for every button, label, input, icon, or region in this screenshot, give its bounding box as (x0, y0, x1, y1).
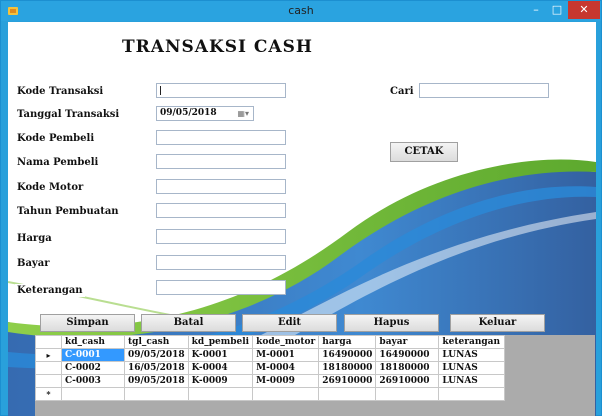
hapus-button[interactable]: Hapus (344, 314, 439, 332)
table-header-row: kd_cash tgl_cash kd_pembeli kode_motor h… (35, 335, 506, 349)
window-title: cash (288, 4, 314, 17)
transaction-data-grid[interactable]: kd_cash tgl_cash kd_pembeli kode_motor h… (35, 335, 595, 416)
edit-button[interactable]: Edit (242, 314, 337, 332)
minimize-button[interactable]: – (526, 1, 546, 19)
table-cell[interactable] (438, 387, 506, 401)
table-cell[interactable]: M-0004 (252, 361, 320, 375)
label-nama-pembeli: Nama Pembeli (17, 157, 99, 168)
simpan-button[interactable]: Simpan (40, 314, 135, 332)
current-row-marker: ▸ (35, 348, 62, 362)
table-cell[interactable]: 18180000 (375, 361, 440, 375)
row-header-corner (35, 335, 62, 349)
column-header[interactable]: bayar (375, 335, 440, 349)
cari-search-input[interactable] (419, 83, 549, 98)
row-header[interactable] (35, 374, 62, 388)
label-bayar: Bayar (15, 257, 52, 270)
transaction-table: kd_cash tgl_cash kd_pembeli kode_motor h… (35, 335, 506, 401)
table-cell[interactable]: 09/05/2018 (124, 348, 189, 362)
table-cell[interactable]: 16/05/2018 (124, 361, 189, 375)
form-heading: TRANSAKSI CASH (122, 37, 313, 57)
table-cell[interactable]: 18180000 (318, 361, 377, 375)
column-header[interactable]: tgl_cash (124, 335, 189, 349)
label-harga: Harga (15, 232, 54, 245)
harga-input[interactable] (156, 229, 286, 244)
table-cell[interactable] (318, 387, 377, 401)
table-cell[interactable] (252, 387, 320, 401)
bayar-input[interactable] (156, 255, 286, 270)
label-kode-pembeli: Kode Pembeli (17, 133, 95, 144)
table-cell[interactable]: K-0004 (187, 361, 254, 375)
table-cell[interactable] (61, 387, 125, 401)
app-window: cash – □ ✕ TRANSAKSI CASH Kode Transaksi… (0, 0, 602, 416)
table-cell[interactable]: C-0002 (61, 361, 125, 375)
tahun-pembuatan-input[interactable] (156, 203, 286, 218)
title-bar[interactable]: cash – □ ✕ (1, 1, 601, 21)
table-cell[interactable]: C-0001 (61, 348, 125, 362)
table-cell[interactable]: 26910000 (375, 374, 440, 388)
table-cell[interactable]: LUNAS (438, 361, 506, 375)
column-header[interactable]: kd_cash (61, 335, 125, 349)
label-tanggal-transaksi: Tanggal Transaksi (17, 109, 120, 120)
column-header[interactable]: keterangan (438, 335, 506, 349)
table-cell[interactable]: 09/05/2018 (124, 374, 189, 388)
tanggal-transaksi-value: 09/05/2018 (160, 108, 217, 118)
new-row[interactable]: * (35, 387, 506, 401)
keterangan-input[interactable] (156, 280, 286, 295)
table-cell[interactable]: K-0001 (187, 348, 254, 362)
nama-pembeli-input[interactable] (156, 154, 286, 169)
batal-button[interactable]: Batal (141, 314, 236, 332)
column-header[interactable]: kd_pembeli (187, 335, 254, 349)
maximize-button[interactable]: □ (547, 1, 567, 19)
label-tahun-pembuatan: Tahun Pembuatan (17, 206, 119, 217)
kode-transaksi-input[interactable] (156, 83, 286, 98)
table-cell[interactable]: 16490000 (375, 348, 440, 362)
kode-pembeli-input[interactable] (156, 130, 286, 145)
keluar-button[interactable]: Keluar (450, 314, 545, 332)
kode-motor-input[interactable] (156, 179, 286, 194)
row-header[interactable] (35, 361, 62, 375)
table-row[interactable]: ▸ C-0001 09/05/2018 K-0001 M-0001 164900… (35, 348, 506, 362)
cetak-button[interactable]: CETAK (390, 142, 458, 162)
column-header[interactable]: harga (318, 335, 377, 349)
table-cell[interactable]: LUNAS (438, 348, 506, 362)
table-cell[interactable]: C-0003 (61, 374, 125, 388)
text-caret (160, 86, 161, 95)
table-cell[interactable]: 16490000 (318, 348, 377, 362)
close-button[interactable]: ✕ (568, 1, 600, 19)
label-kode-transaksi: Kode Transaksi (17, 86, 104, 97)
calendar-dropdown-icon[interactable]: ▦▾ (237, 109, 249, 118)
table-cell[interactable]: M-0001 (252, 348, 320, 362)
table-cell[interactable]: M-0009 (252, 374, 320, 388)
column-header[interactable]: kode_motor (252, 335, 320, 349)
table-cell[interactable]: LUNAS (438, 374, 506, 388)
form-client-area: TRANSAKSI CASH Kode Transaksi Tanggal Tr… (8, 22, 596, 416)
table-row[interactable]: C-0003 09/05/2018 K-0009 M-0009 26910000… (35, 374, 506, 388)
label-kode-motor: Kode Motor (17, 182, 84, 193)
table-cell[interactable] (375, 387, 440, 401)
tanggal-transaksi-datepicker[interactable]: 09/05/2018 ▦▾ (156, 106, 254, 121)
new-row-marker: * (35, 387, 62, 401)
table-cell[interactable]: 26910000 (318, 374, 377, 388)
label-keterangan: Keterangan (15, 284, 85, 297)
table-cell[interactable] (124, 387, 189, 401)
label-cari: Cari (390, 86, 414, 97)
table-row[interactable]: C-0002 16/05/2018 K-0004 M-0004 18180000… (35, 361, 506, 375)
table-cell[interactable] (187, 387, 254, 401)
table-cell[interactable]: K-0009 (187, 374, 254, 388)
